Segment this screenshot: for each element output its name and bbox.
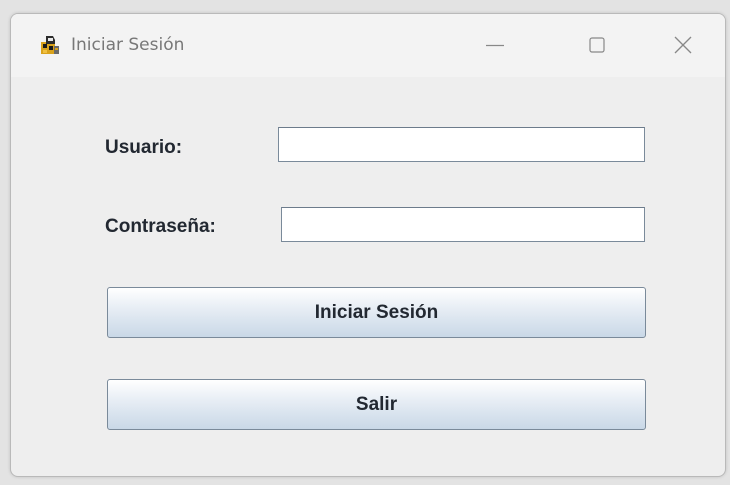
maximize-icon (589, 37, 605, 53)
user-input[interactable] (278, 127, 645, 162)
close-button[interactable] (665, 30, 701, 60)
title-bar[interactable]: Iniciar Sesión (11, 14, 725, 77)
password-label: Contraseña: (105, 216, 216, 237)
java-duke-icon (39, 34, 61, 56)
window-title: Iniciar Sesión (71, 35, 185, 55)
login-window: Iniciar Sesión Usuario: Contraseña: Inic… (10, 13, 726, 477)
maximize-button[interactable] (579, 30, 615, 60)
user-label: Usuario: (105, 137, 183, 158)
exit-button[interactable]: Salir (107, 379, 646, 430)
password-input[interactable] (281, 207, 645, 242)
close-icon (674, 36, 692, 54)
login-button[interactable]: Iniciar Sesión (107, 287, 646, 338)
minimize-icon (486, 44, 504, 47)
login-form: Usuario: Contraseña: Iniciar Sesión Sali… (11, 77, 725, 476)
minimize-button[interactable] (477, 30, 513, 60)
